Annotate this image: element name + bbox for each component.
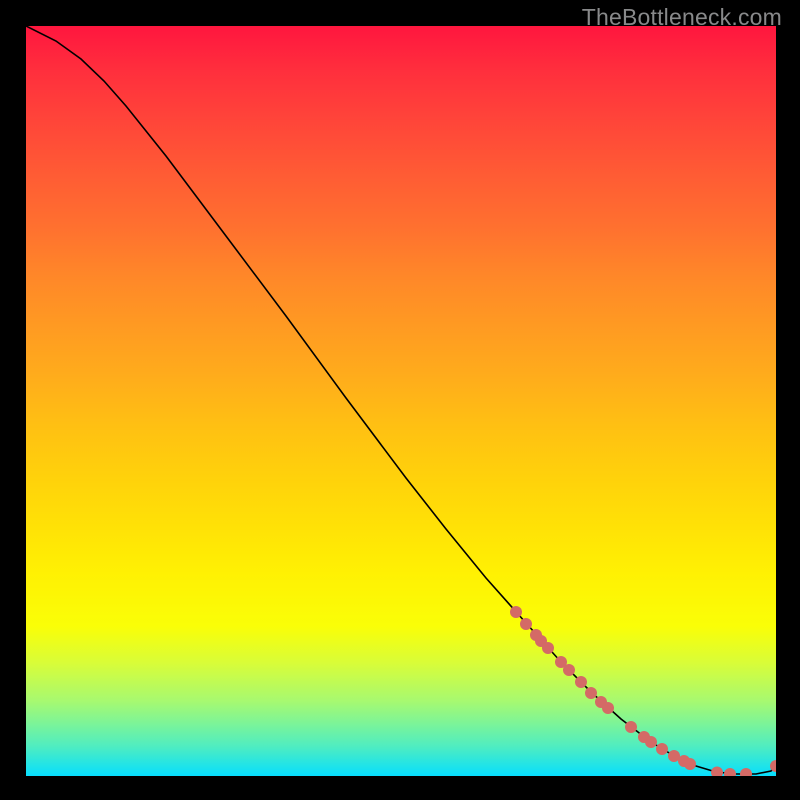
curve-marker xyxy=(656,743,668,755)
curve-marker xyxy=(602,702,614,714)
curve-marker xyxy=(510,606,522,618)
curve-marker xyxy=(575,676,587,688)
curve-marker xyxy=(563,664,575,676)
curve-marker xyxy=(645,736,657,748)
curve-marker xyxy=(684,758,696,770)
watermark-text: TheBottleneck.com xyxy=(582,4,782,31)
curve-markers xyxy=(510,606,776,776)
curve-marker xyxy=(724,768,736,776)
curve-marker xyxy=(740,768,752,776)
curve-marker xyxy=(711,767,723,777)
curve-marker xyxy=(585,687,597,699)
curve-line xyxy=(26,26,776,774)
curve-marker xyxy=(625,721,637,733)
curve-marker xyxy=(520,618,532,630)
chart-svg xyxy=(26,26,776,776)
curve-marker xyxy=(542,642,554,654)
chart-area xyxy=(26,26,776,776)
